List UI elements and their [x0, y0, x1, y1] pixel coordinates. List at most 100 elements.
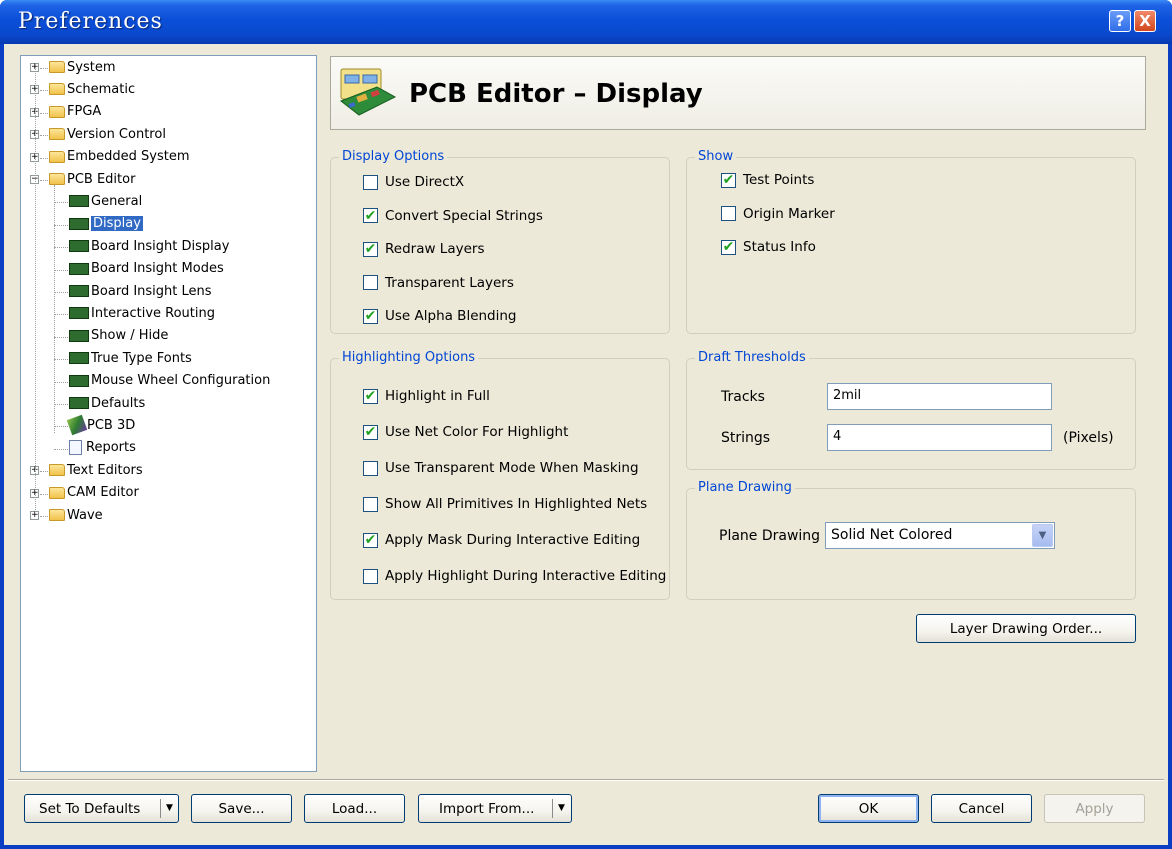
tree-item-system[interactable]: System	[49, 57, 115, 77]
tree-item-embedded-system[interactable]: Embedded System	[49, 147, 190, 167]
checkbox-origin-marker[interactable]: Origin Marker	[721, 206, 835, 222]
checkbox-show-all-primitives-in-highlighted-nets[interactable]: Show All Primitives In Highlighted Nets	[363, 496, 647, 512]
folder-open-icon	[49, 173, 65, 185]
load-button[interactable]: Load...	[304, 794, 405, 823]
checkbox-transparent-layers[interactable]: Transparent Layers	[363, 275, 514, 291]
ok-button[interactable]: OK	[818, 794, 919, 823]
pcb-chip-icon	[69, 397, 89, 409]
plane-drawing-group: Plane Drawing Plane Drawing Solid Net Co…	[686, 480, 1136, 600]
checkbox-checked-icon[interactable]: ✔	[363, 308, 378, 324]
close-button[interactable]: X	[1134, 10, 1156, 32]
save-button[interactable]: Save...	[191, 794, 292, 823]
tree-item-fpga[interactable]: FPGA	[49, 102, 101, 122]
set-to-defaults-label: Set To Defaults	[39, 800, 141, 817]
checkbox-label: Highlight in Full	[385, 388, 490, 404]
checkbox-checked-icon[interactable]: ✔	[721, 172, 736, 188]
tree-item-pcb-editor[interactable]: PCB Editor	[49, 169, 135, 189]
tree-item-label: Board Insight Lens	[91, 283, 212, 299]
checkbox-use-directx[interactable]: Use DirectX	[363, 174, 464, 190]
layer-drawing-order-button[interactable]: Layer Drawing Order...	[916, 614, 1136, 643]
tree-item-defaults[interactable]: Defaults	[69, 393, 145, 413]
highlighting-options-group: Highlighting Options ✔ Highlight in Full ✔…	[330, 350, 670, 600]
tree-item-label: Embedded System	[67, 149, 190, 165]
tree-item-board-insight-lens[interactable]: Board Insight Lens	[69, 281, 212, 301]
tree-item-label: PCB 3D	[87, 417, 136, 433]
tree-item-cam-editor[interactable]: CAM Editor	[49, 483, 139, 503]
plane-drawing-select[interactable]: Solid Net Colored ▼	[825, 522, 1055, 549]
checkbox-label: Test Points	[743, 172, 815, 188]
checkbox-label: Transparent Layers	[385, 274, 514, 291]
checkbox-checked-icon[interactable]: ✔	[363, 208, 378, 223]
tree-item-text-editors[interactable]: Text Editors	[49, 460, 143, 480]
checkbox-checked-icon[interactable]: ✔	[363, 424, 378, 440]
tree-item-show-hide[interactable]: Show / Hide	[69, 326, 168, 346]
tree-item-label: Display	[91, 216, 143, 232]
checkbox-apply-highlight-during-interactive-editing[interactable]: Apply Highlight During Interactive Editi…	[363, 568, 666, 584]
page-title: PCB Editor – Display	[409, 79, 703, 109]
checkbox-unchecked-icon[interactable]	[363, 174, 378, 190]
tracks-input[interactable]: 2mil	[827, 383, 1052, 410]
tree-item-board-insight-display[interactable]: Board Insight Display	[69, 236, 229, 256]
checkbox-apply-mask-during-interactive-editing[interactable]: ✔ Apply Mask During Interactive Editing	[363, 532, 640, 548]
checkbox-label: Convert Special Strings	[385, 207, 543, 224]
tracks-label: Tracks	[721, 389, 765, 405]
checkbox-highlight-in-full[interactable]: ✔ Highlight in Full	[363, 388, 490, 404]
checkbox-unchecked-icon[interactable]	[363, 460, 378, 476]
checkbox-redraw-layers[interactable]: ✔ Redraw Layers	[363, 241, 484, 257]
display-options-group: Display Options Use DirectX ✔ Convert Spec…	[330, 149, 670, 334]
checkbox-unchecked-icon[interactable]	[721, 206, 736, 221]
tree-item-label: Schematic	[67, 81, 136, 97]
preferences-window: Preferences ? X + System + Schematic + FPGA + V…	[0, 0, 1172, 849]
dropdown-arrow-icon[interactable]: ▼	[166, 803, 173, 813]
strings-input[interactable]: 4	[827, 424, 1052, 451]
checkbox-status-info[interactable]: ✔ Status Info	[721, 239, 816, 255]
tree-item-true-type-fonts[interactable]: True Type Fonts	[69, 348, 192, 368]
title-bar[interactable]: Preferences ? X	[0, 0, 1172, 44]
cancel-button[interactable]: Cancel	[931, 794, 1032, 823]
checkbox-checked-icon[interactable]: ✔	[363, 241, 378, 257]
pcb-chip-icon	[69, 329, 89, 342]
help-button[interactable]: ?	[1109, 10, 1131, 32]
tree-item-label: Version Control	[67, 126, 166, 142]
folder-icon	[49, 486, 65, 499]
checkbox-label: Use Transparent Mode When Masking	[385, 460, 639, 476]
tree-expander-icon[interactable]: +	[30, 511, 39, 520]
checkbox-checked-icon[interactable]: ✔	[363, 388, 378, 404]
tree-item-interactive-routing[interactable]: Interactive Routing	[69, 303, 215, 323]
tree-item-general[interactable]: General	[69, 191, 142, 211]
folder-icon	[49, 464, 65, 477]
pcb-chip-icon	[69, 195, 89, 208]
checkbox-unchecked-icon[interactable]	[363, 275, 378, 290]
checkbox-unchecked-icon[interactable]	[363, 496, 378, 512]
tree-item-display[interactable]: Display	[69, 214, 143, 234]
tree-item-reports[interactable]: Reports	[69, 438, 136, 458]
tree-item-pcb-3d[interactable]: PCB 3D	[66, 415, 136, 436]
tree-item-wave[interactable]: Wave	[49, 505, 103, 525]
checkbox-convert-special-strings[interactable]: ✔ Convert Special Strings	[363, 208, 543, 224]
checkbox-use-alpha-blending[interactable]: ✔ Use Alpha Blending	[363, 308, 517, 324]
pcb-board-icon	[339, 68, 397, 116]
apply-button[interactable]: Apply	[1044, 794, 1145, 823]
checkbox-checked-icon[interactable]: ✔	[363, 532, 378, 548]
tree-item-schematic[interactable]: Schematic	[49, 79, 135, 99]
checkbox-checked-icon[interactable]: ✔	[721, 239, 736, 255]
highlighting-options-legend: Highlighting Options	[339, 350, 479, 365]
checkbox-unchecked-icon[interactable]	[363, 568, 378, 584]
tree-item-mouse-wheel-configuration[interactable]: Mouse Wheel Configuration	[69, 371, 270, 391]
pcb-chip-icon	[69, 307, 89, 320]
checkbox-use-net-color-for-highlight[interactable]: ✔ Use Net Color For Highlight	[363, 424, 568, 440]
checkbox-test-points[interactable]: ✔ Test Points	[721, 172, 814, 188]
folder-icon	[49, 83, 65, 96]
chevron-down-icon[interactable]: ▼	[1032, 524, 1053, 547]
tree-item-board-insight-modes[interactable]: Board Insight Modes	[69, 259, 224, 279]
draft-thresholds-group: Draft Thresholds Tracks 2mil Strings 4 (…	[686, 350, 1136, 470]
tree-item-version-control[interactable]: Version Control	[49, 124, 166, 144]
checkbox-label: Show All Primitives In Highlighted Nets	[385, 496, 648, 512]
preferences-tree[interactable]: + System + Schematic + FPGA + Version Control + E…	[20, 55, 317, 772]
dropdown-arrow-icon[interactable]: ▼	[558, 803, 565, 813]
import-from-button[interactable]: Import From... ▼	[418, 794, 572, 823]
tree-item-label: Mouse Wheel Configuration	[91, 373, 271, 389]
checkbox-label: Use Net Color For Highlight	[385, 424, 569, 440]
checkbox-use-transparent-mode-when-masking[interactable]: Use Transparent Mode When Masking	[363, 460, 639, 476]
set-to-defaults-button[interactable]: Set To Defaults ▼	[24, 794, 179, 823]
